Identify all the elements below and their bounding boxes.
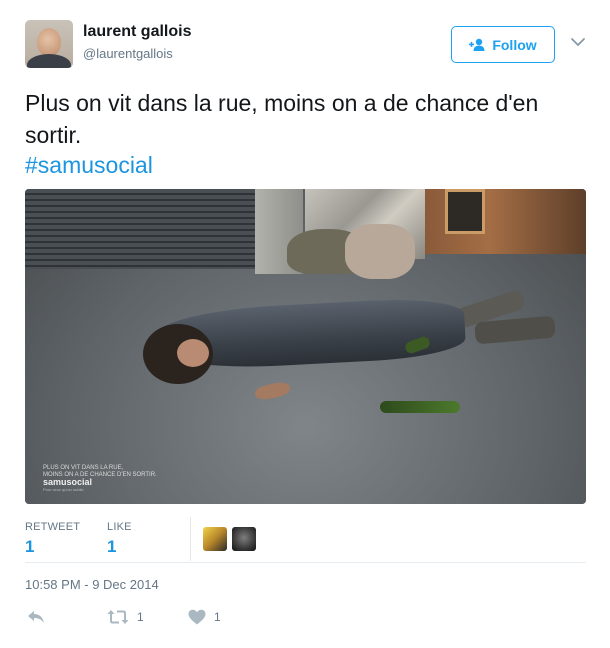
retweet-button[interactable]: 1 [107,609,144,625]
tweet-text: Plus on vit dans la rue, moins on a de c… [25,90,539,148]
tweet-photo[interactable]: PLUS ON VIT DANS LA RUE, MOINS ON A DE C… [25,189,586,504]
like-button[interactable]: 1 [188,609,221,625]
photo-bottle [380,401,460,413]
user-handle[interactable]: @laurentgallois [83,46,173,61]
follow-label: Follow [492,36,537,53]
avatar-shoulders [27,54,71,68]
add-user-icon [469,38,485,51]
user-avatar[interactable] [25,20,73,68]
caption-brand: samusocial [43,477,93,487]
hashtag-link[interactable]: #samusocial [25,149,153,181]
caption-line: PLUS ON VIT DANS LA RUE, [43,465,124,471]
photo-face [177,339,209,367]
stats-divider [190,517,191,561]
retweet-icon [107,610,129,624]
reply-button[interactable] [27,609,45,625]
tweet-card: laurent gallois @laurentgallois Follow P… [0,0,610,648]
avatar-face [37,28,61,56]
like-count: 1 [214,610,221,624]
liker-avatar[interactable] [203,527,227,551]
caption-tagline: Pour ceux qu'on oublie [43,487,84,492]
tweet-timestamp[interactable]: 10:58 PM - 9 Dec 2014 [25,577,159,592]
reply-icon [28,611,44,623]
retweet-count: 1 [137,610,144,624]
liker-avatar[interactable] [232,527,256,551]
chevron-down-icon[interactable] [570,36,586,48]
photo-caption: PLUS ON VIT DANS LA RUE, MOINS ON A DE C… [43,465,157,493]
like-stat-count[interactable]: 1 [107,537,116,557]
photo-shutter [25,189,255,269]
heart-icon [188,609,206,625]
photo-sack [345,224,415,279]
photo-window [445,189,485,234]
user-name[interactable]: laurent gallois [83,23,191,41]
retweet-stat-count[interactable]: 1 [25,537,34,557]
like-stat-label: LIKE [107,521,132,533]
divider [25,562,586,563]
retweet-stat-label: RETWEET [25,521,81,533]
follow-button[interactable]: Follow [451,26,555,63]
